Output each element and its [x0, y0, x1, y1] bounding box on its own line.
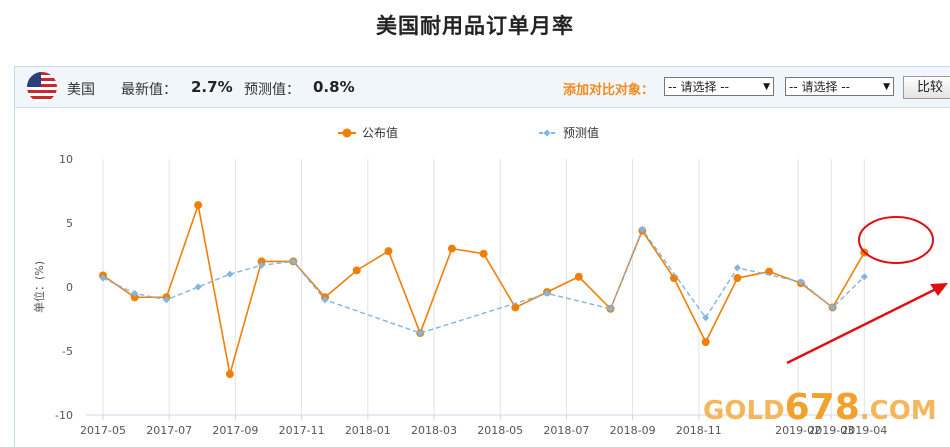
legend-forecast-marker [543, 129, 551, 137]
trend-arrow-line [786, 287, 937, 365]
x-tick-label: 2017-11 [279, 424, 325, 437]
data-point-actual[interactable] [701, 338, 710, 347]
x-tick-label: 2018-05 [477, 424, 523, 437]
data-point-actual[interactable] [352, 266, 361, 275]
watermark-suffix: .COM [859, 396, 937, 426]
y-tick-label: 5 [66, 217, 73, 230]
data-point-actual[interactable] [574, 272, 583, 281]
y-tick-label: 0 [66, 281, 73, 294]
series-actual [99, 201, 869, 379]
data-point-forecast[interactable] [733, 264, 741, 272]
legend-actual-marker [342, 128, 352, 138]
y-tick-label: 10 [59, 153, 73, 166]
data-point-actual[interactable] [447, 244, 456, 253]
x-tick-label: 2018-03 [411, 424, 457, 437]
data-point-actual[interactable] [225, 370, 234, 379]
watermark-prefix: GOLD [703, 396, 785, 426]
series-forecast [99, 225, 868, 337]
x-tick-label: 2018-09 [610, 424, 656, 437]
data-point-actual[interactable] [194, 201, 203, 210]
x-tick-label: 2018-01 [345, 424, 391, 437]
legend: 公布值 预测值 [338, 125, 599, 140]
y-axis-label: 单位：(%) [32, 261, 46, 313]
series-actual-line [102, 201, 865, 375]
series-forecast-line [102, 227, 865, 334]
watermark-logo: GOLD678.COM [703, 390, 937, 426]
data-point-forecast[interactable] [226, 270, 234, 278]
highlight-circle [858, 216, 934, 264]
y-tick-label: -10 [55, 409, 73, 422]
legend-forecast-label: 预测值 [563, 125, 599, 140]
data-point-forecast[interactable] [194, 283, 202, 291]
x-tick-label: 2017-07 [146, 424, 192, 437]
data-point-forecast[interactable] [860, 273, 868, 281]
data-point-actual[interactable] [384, 247, 393, 256]
data-point-actual[interactable] [733, 274, 742, 283]
watermark-number: 678 [784, 387, 860, 428]
x-tick-label: 2018-07 [543, 424, 589, 437]
legend-actual-label: 公布值 [362, 125, 398, 140]
line-chart: 公布值 预测值 单位：(%) 2017-05 2017-07 2017-09 2017… [32, 125, 948, 437]
x-tick-label: 2017-09 [212, 424, 258, 437]
x-tick-label: 2017-05 [80, 424, 126, 437]
data-point-actual[interactable] [479, 249, 488, 258]
data-point-actual[interactable] [669, 274, 678, 283]
y-tick-label: -5 [62, 345, 73, 358]
